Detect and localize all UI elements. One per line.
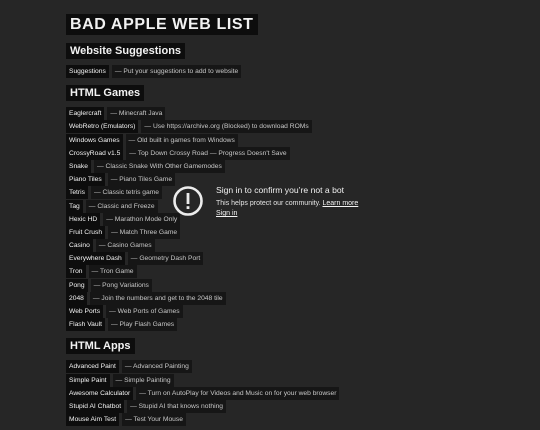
list-item: Everywhere Dash — Geometry Dash Port <box>66 252 526 266</box>
item-link[interactable]: Flash Vault <box>66 318 105 332</box>
section-heading: HTML Games <box>66 85 145 102</box>
item-description: — Turn on AutoPlay for Videos and Music … <box>136 386 340 400</box>
item-link[interactable]: Eaglercraft <box>66 107 105 121</box>
link-list: Suggestions — Put your suggestions to add… <box>66 65 526 78</box>
item-description: — Match Three Game <box>108 225 181 239</box>
section-heading: Website Suggestions <box>66 43 186 59</box>
list-item: Stupid AI Chatbot — Stupid AI that knows … <box>66 399 526 413</box>
item-link[interactable]: Mouse Aim Test <box>66 413 120 427</box>
bot-check-message: This helps protect our community. <box>216 200 321 207</box>
item-description: — Use https://archive.org (Blocked) to d… <box>141 120 312 134</box>
list-item: Awesome Calculator — Turn on AutoPlay for… <box>66 386 526 400</box>
list-item: CrossyRoad v1.5— Top Down Crossy Road — … <box>66 146 526 160</box>
item-link[interactable]: Snake <box>66 159 91 173</box>
item-link[interactable]: Web Ports <box>66 305 104 318</box>
item-link[interactable]: CrossyRoad v1.5 <box>66 146 124 160</box>
item-description: — Simple Painting <box>112 373 174 387</box>
item-description: — Tron Game <box>88 265 137 279</box>
item-link[interactable]: 2048 <box>66 291 87 305</box>
item-description: — Classic and Freeze <box>85 199 158 213</box>
list-item: Web Ports — Web Ports of Games <box>66 305 526 318</box>
item-link[interactable]: Piano Tiles <box>66 173 105 187</box>
item-description: — Marathon Mode Only <box>103 212 181 226</box>
item-link[interactable]: Tetris <box>66 186 88 200</box>
item-description: — Classic Snake With Other Gamemodes <box>93 159 225 173</box>
list-item: Tron — Tron Game <box>66 265 526 279</box>
list-item: Simple Paint — Simple Painting <box>66 373 526 387</box>
item-description: — Old built in games from Windows <box>125 133 238 147</box>
item-description: — Put your suggestions to add to website <box>111 65 242 78</box>
item-description: — Test Your Mouse <box>122 413 186 427</box>
bot-check-text: This helps protect our community. Learn … <box>216 200 358 207</box>
item-description: — Join the numbers and get to the 2048 t… <box>89 291 226 305</box>
list-item: Windows Games — Old built in games from W… <box>66 133 526 147</box>
list-item: WebRetro (Emulators) — Use https://archiv… <box>66 120 526 134</box>
list-item: Fruit Crush — Match Three Game <box>66 225 526 239</box>
item-link[interactable]: Pong <box>66 278 88 292</box>
item-link[interactable]: Advanced Paint <box>66 360 119 374</box>
item-link[interactable]: Hexic HD <box>66 212 101 226</box>
list-item: Mouse Aim Test — Test Your Mouse <box>66 413 526 427</box>
item-link[interactable]: Stupid AI Chatbot <box>66 399 125 413</box>
list-item: Suggestions — Put your suggestions to add… <box>66 65 526 78</box>
item-link[interactable]: Simple Paint <box>66 373 110 387</box>
item-description: — Pong Variations <box>90 278 152 292</box>
bot-check-title: Sign in to confirm you’re not a bot <box>216 185 345 195</box>
list-item: Eaglercraft — Minecraft Java <box>66 107 526 121</box>
exclamation-circle-icon <box>173 186 203 216</box>
item-link[interactable]: Windows Games <box>66 133 123 147</box>
bot-check-overlay: Sign in to confirm you’re not a bot This… <box>172 185 432 225</box>
item-link[interactable]: Everywhere Dash <box>66 252 125 266</box>
item-description: — Top Down Crossy Road — Progress Doesn'… <box>126 146 290 160</box>
item-description: — Advanced Painting <box>121 360 192 374</box>
item-description: — Play Flash Games <box>107 318 178 332</box>
item-link[interactable]: Awesome Calculator <box>66 386 134 400</box>
item-description: — Classic tetris game <box>90 186 163 200</box>
item-link[interactable]: Suggestions <box>66 65 109 78</box>
list-item: Snake — Classic Snake With Other Gamemode… <box>66 159 526 173</box>
item-link[interactable]: Tag <box>66 199 83 213</box>
section-heading: HTML Apps <box>66 338 135 355</box>
item-description: — Minecraft Java <box>107 107 166 121</box>
list-item: Advanced Paint — Advanced Painting <box>66 360 526 374</box>
list-item: 2048— Join the numbers and get to the 20… <box>66 291 526 305</box>
page-title: BAD APPLE WEB LIST <box>66 14 258 35</box>
learn-more-link[interactable]: Learn more <box>322 200 358 207</box>
item-description: — Casino Games <box>95 239 155 253</box>
item-link[interactable]: Casino <box>66 239 93 253</box>
item-link[interactable]: WebRetro (Emulators) <box>66 120 139 134</box>
item-description: — Geometry Dash Port <box>127 252 204 266</box>
list-item: Pong — Pong Variations <box>66 278 526 292</box>
list-item: Flash Vault — Play Flash Games <box>66 318 526 332</box>
sign-in-link[interactable]: Sign in <box>216 210 237 217</box>
item-link[interactable]: Tron <box>66 265 86 279</box>
list-item: Casino — Casino Games <box>66 239 526 253</box>
item-description: — Piano Tiles Game <box>107 173 176 187</box>
item-link[interactable]: Fruit Crush <box>66 225 106 239</box>
link-list: Advanced Paint — Advanced Painting Simple … <box>66 360 526 427</box>
item-description: — Stupid AI that knows nothing <box>127 399 227 413</box>
sections-container: Website Suggestions Suggestions — Put your… <box>66 40 526 427</box>
item-description: — Web Ports of Games <box>106 305 183 318</box>
